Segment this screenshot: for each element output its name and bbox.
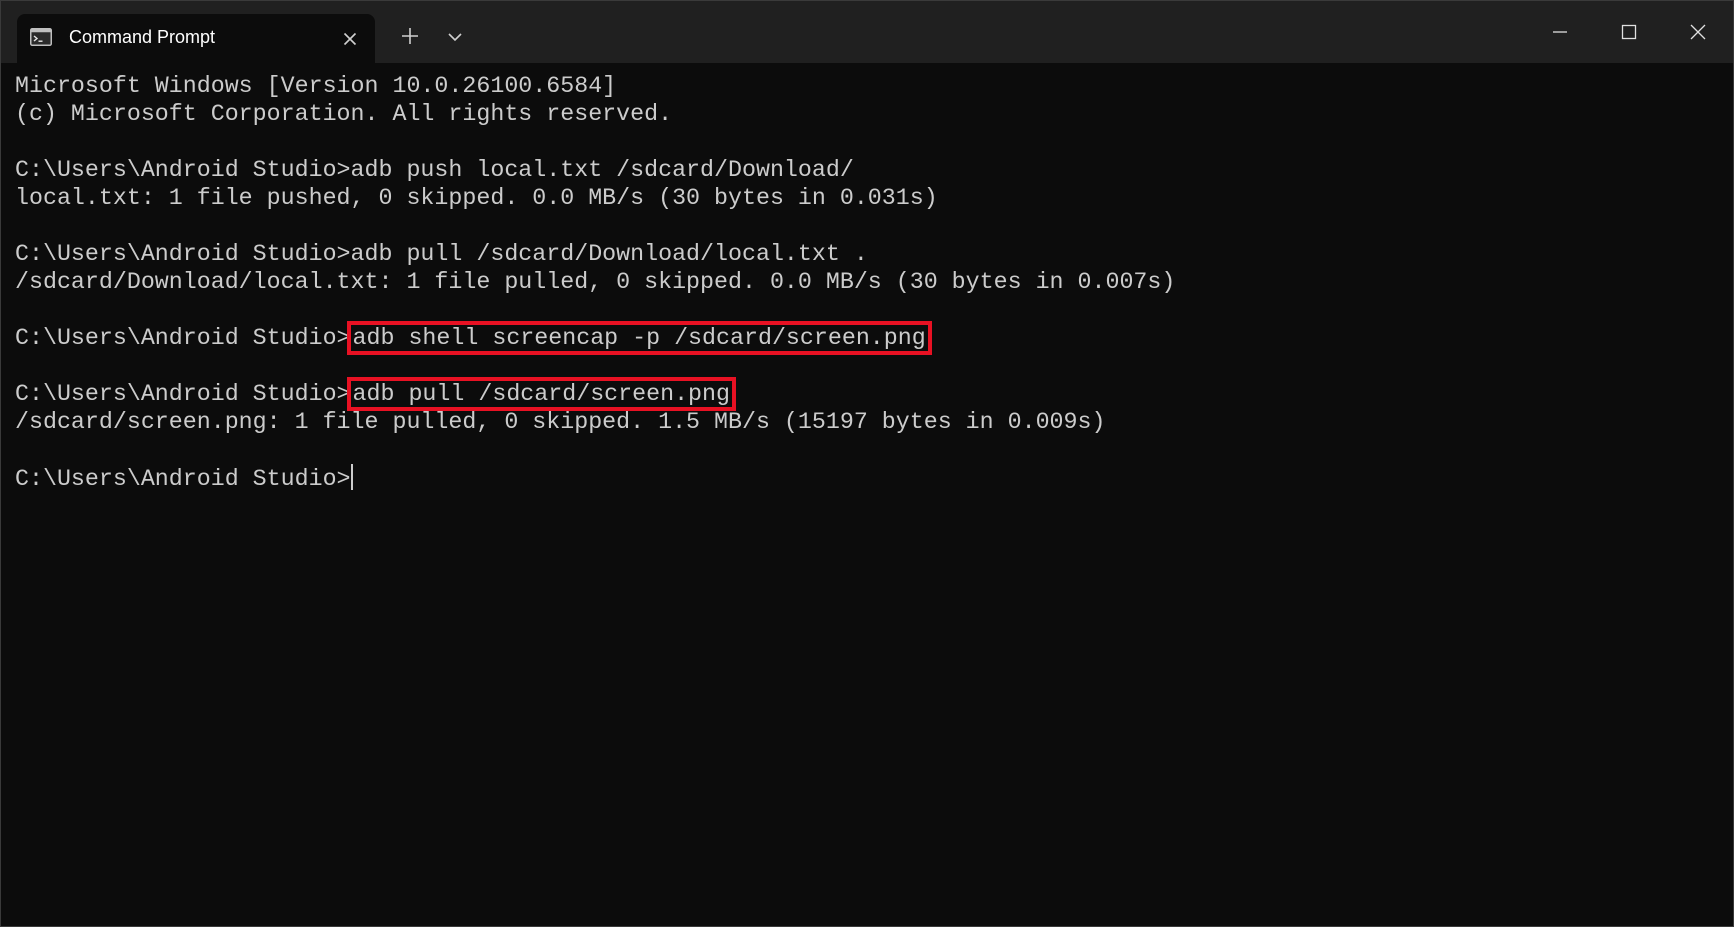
console-command-line: C:\Users\Android Studio> — [15, 464, 1715, 492]
close-icon[interactable] — [337, 26, 363, 52]
text-cursor — [350, 464, 353, 490]
highlighted-command: adb shell screencap -p /sdcard/screen.pn… — [346, 321, 932, 355]
console-output[interactable]: Microsoft Windows [Version 10.0.26100.65… — [15, 72, 1715, 492]
console-command-line: C:\Users\Android Studio>adb push local.t… — [15, 156, 1715, 184]
title-bar[interactable]: Command Prompt — [1, 1, 1733, 63]
prompt: C:\Users\Android Studio> — [15, 325, 351, 351]
console-command-line: C:\Users\Android Studio>adb pull /sdcard… — [15, 377, 1715, 411]
console-output-line: (c) Microsoft Corporation. All rights re… — [15, 101, 673, 127]
minimize-icon[interactable] — [1537, 11, 1583, 53]
prompt: C:\Users\Android Studio> — [15, 157, 351, 183]
terminal-icon — [30, 28, 52, 46]
console-command-line: C:\Users\Android Studio>adb shell screen… — [15, 321, 1715, 355]
console-output-line: local.txt: 1 file pushed, 0 skipped. 0.0… — [15, 185, 938, 211]
console-output-line: Microsoft Windows [Version 10.0.26100.65… — [15, 73, 617, 99]
tab-command-prompt[interactable]: Command Prompt — [17, 14, 375, 63]
console-output-line: /sdcard/screen.png: 1 file pulled, 0 ski… — [15, 409, 1106, 435]
chevron-down-icon[interactable] — [441, 23, 469, 51]
command: adb push local.txt /sdcard/Download/ — [350, 157, 854, 183]
maximize-icon[interactable] — [1606, 11, 1652, 53]
close-icon[interactable] — [1675, 11, 1721, 53]
command-prompt-window: Command Prompt Microsoft Windows [Versio… — [0, 0, 1734, 927]
highlighted-command: adb pull /sdcard/screen.png — [346, 377, 737, 411]
console-command-line: C:\Users\Android Studio>adb pull /sdcard… — [15, 240, 1715, 268]
prompt: C:\Users\Android Studio> — [15, 466, 351, 492]
plus-icon[interactable] — [395, 21, 425, 51]
prompt: C:\Users\Android Studio> — [15, 241, 351, 267]
console-output-line: /sdcard/Download/local.txt: 1 file pulle… — [15, 269, 1176, 295]
tab-title: Command Prompt — [69, 27, 216, 47]
command: adb pull /sdcard/Download/local.txt . — [350, 241, 868, 267]
prompt: C:\Users\Android Studio> — [15, 381, 351, 407]
